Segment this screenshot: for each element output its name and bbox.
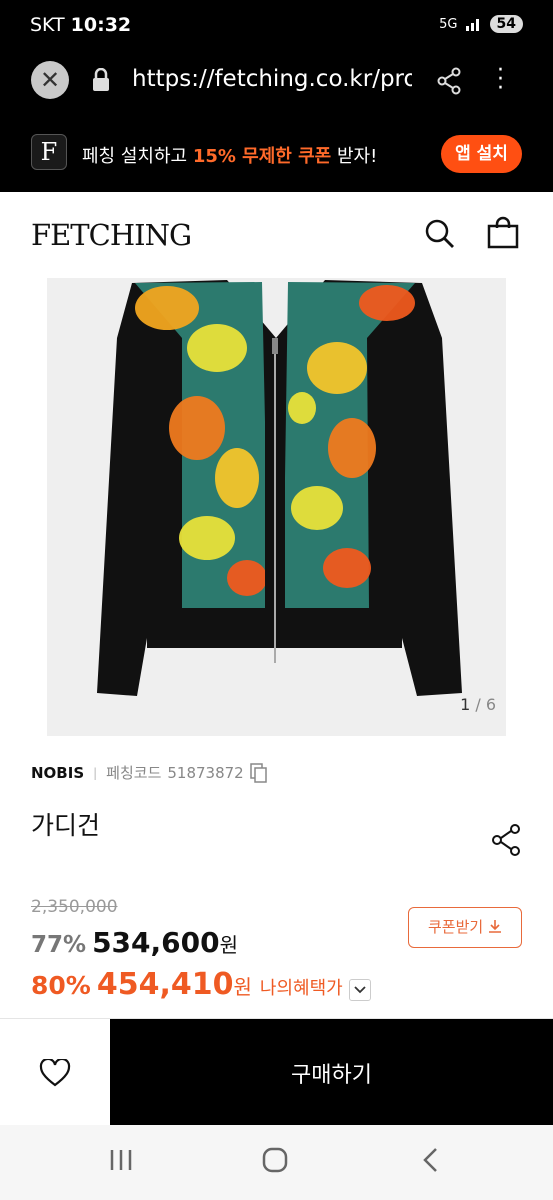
product-image[interactable]: 1 / 6 xyxy=(47,278,506,736)
benefit-label: 나의혜택가 xyxy=(259,978,343,999)
product-title: 가디건 xyxy=(31,811,101,840)
cardigan-image xyxy=(97,280,462,696)
browser-url-bar: ✕ https://fetching.co.kr/proc · · · xyxy=(0,54,553,114)
recent-apps-icon[interactable] xyxy=(108,1147,134,1173)
sale-price: 77% 534,600 원 xyxy=(31,926,238,959)
image-total: 6 xyxy=(485,695,496,714)
benefit-price: 80% 454,410 원 나의혜택가 xyxy=(31,967,371,1002)
original-price: 2,350,000 xyxy=(31,897,118,917)
site-header: FETCHING xyxy=(0,192,553,278)
sale-price-amount: 534,600 xyxy=(92,926,220,959)
coupon-download-button[interactable]: 쿠폰받기 xyxy=(408,907,522,948)
clock: 10:32 xyxy=(70,14,132,36)
lock-icon xyxy=(93,68,109,91)
benefit-currency-label: 원 xyxy=(233,975,252,999)
wishlist-button[interactable] xyxy=(0,1019,110,1126)
install-app-button[interactable]: 앱 설치 xyxy=(441,135,522,173)
banner-text: 페칭 설치하고 15% 무제한 쿠폰 받자! xyxy=(82,142,377,168)
product-code: 51873872 xyxy=(167,763,244,782)
image-counter: 1 / 6 xyxy=(460,695,496,714)
share-icon[interactable] xyxy=(436,67,462,95)
share-icon[interactable] xyxy=(490,823,522,857)
status-bar: SKT 10:32 5G 54 xyxy=(0,0,553,54)
product-meta: NOBIS | 페칭코드 51873872 xyxy=(31,762,268,783)
carrier-label: SKT xyxy=(30,14,65,36)
banner-highlight: 15% 무제한 쿠폰 xyxy=(192,146,332,167)
battery-badge: 54 xyxy=(489,15,523,33)
download-icon xyxy=(488,920,501,933)
url-text[interactable]: https://fetching.co.kr/proc xyxy=(132,66,412,92)
product-brand[interactable]: NOBIS xyxy=(31,764,84,782)
benefit-price-amount: 454,410 xyxy=(96,967,234,1002)
site-logo[interactable]: FETCHING xyxy=(31,218,192,252)
banner-text-start: 페칭 설치하고 xyxy=(82,146,193,167)
network-label: 5G xyxy=(439,16,458,32)
currency-label: 원 xyxy=(219,933,238,957)
home-icon[interactable] xyxy=(262,1147,288,1173)
banner-text-end: 받자! xyxy=(331,146,378,167)
chevron-down-icon[interactable] xyxy=(348,979,371,1001)
system-nav-bar xyxy=(0,1125,553,1200)
image-separator: / xyxy=(470,695,486,714)
bottom-action-bar: 구매하기 xyxy=(0,1018,553,1126)
meta-divider: | xyxy=(93,765,98,780)
app-install-banner: F 페칭 설치하고 15% 무제한 쿠폰 받자! 앱 설치 xyxy=(0,114,553,192)
benefit-discount-rate: 80% xyxy=(31,971,91,1000)
back-icon[interactable] xyxy=(420,1147,440,1173)
copy-icon[interactable] xyxy=(249,762,268,783)
close-icon[interactable]: ✕ xyxy=(31,61,69,99)
discount-rate: 77% xyxy=(31,932,87,958)
buy-button[interactable]: 구매하기 xyxy=(110,1019,553,1126)
code-label: 페칭코드 xyxy=(106,764,162,782)
app-logo: F xyxy=(31,134,67,170)
signal-icon xyxy=(465,19,479,31)
image-current: 1 xyxy=(460,695,471,714)
search-icon[interactable] xyxy=(424,218,456,250)
coupon-label: 쿠폰받기 xyxy=(428,918,484,936)
shopping-bag-icon[interactable] xyxy=(486,216,520,250)
status-time: SKT 10:32 xyxy=(30,14,131,36)
heart-icon xyxy=(39,1058,71,1086)
more-options-icon[interactable]: · · · xyxy=(497,60,504,100)
